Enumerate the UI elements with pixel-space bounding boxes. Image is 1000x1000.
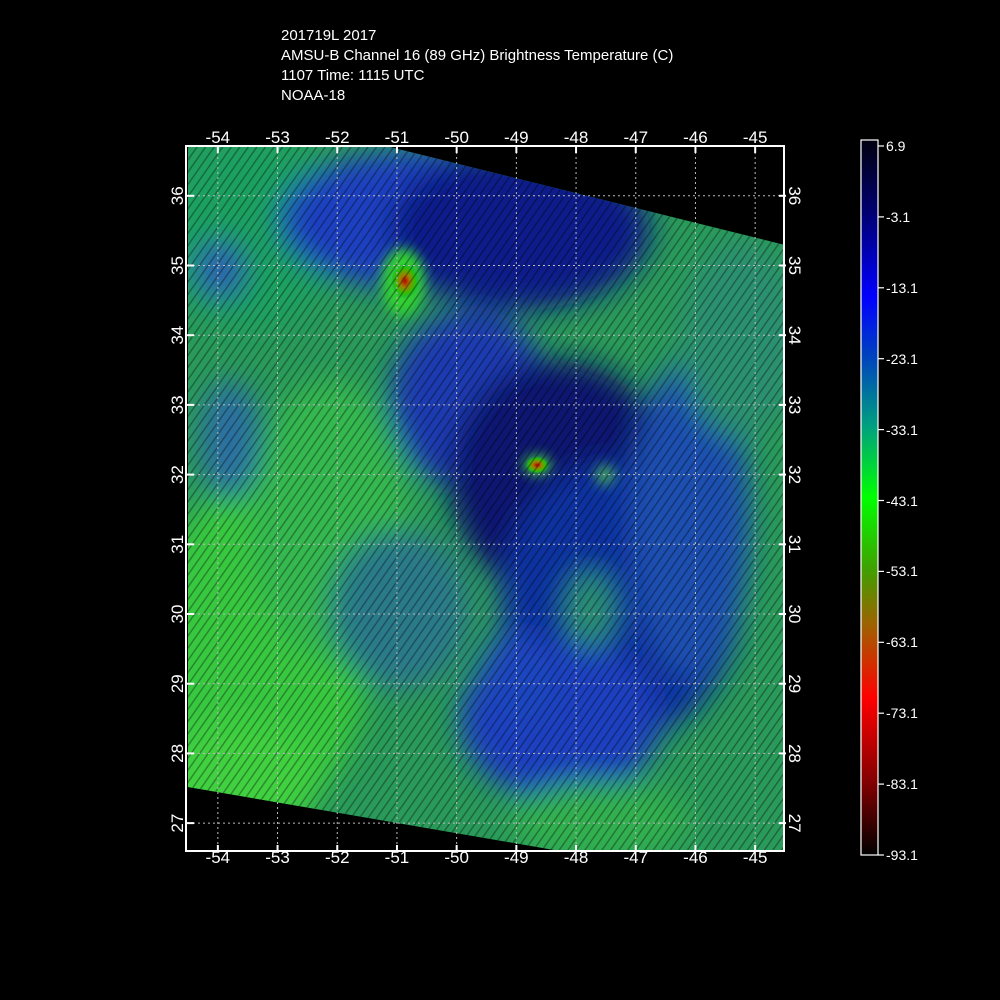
lon-label-top: -52	[325, 128, 350, 147]
colorbar-label: -43.1	[886, 492, 918, 509]
lat-label-left: 36	[168, 186, 187, 205]
lon-label-top: -54	[206, 128, 231, 147]
colorbar-label: -63.1	[886, 634, 918, 651]
lon-label-top: -48	[564, 128, 589, 147]
lon-label-bottom: -47	[623, 848, 648, 867]
lon-label-top: -46	[683, 128, 708, 147]
lon-label-top: -49	[504, 128, 529, 147]
lat-label-right: 36	[785, 186, 804, 205]
lat-label-right: 31	[785, 535, 804, 554]
lat-label-left: 29	[168, 674, 187, 693]
lat-label-left: 32	[168, 465, 187, 484]
lon-label-bottom: -53	[265, 848, 290, 867]
lon-label-top: -51	[385, 128, 410, 147]
lat-label-right: 34	[785, 326, 804, 345]
lat-label-right: 29	[785, 674, 804, 693]
colorbar-label: -13.1	[886, 279, 918, 296]
lat-label-right: 28	[785, 744, 804, 763]
colorbar-label: -83.1	[886, 776, 918, 793]
colorbar-ticks	[878, 145, 884, 856]
lon-label-bottom: -46	[683, 848, 708, 867]
colorbar-label: -23.1	[886, 350, 918, 367]
lat-label-right: 30	[785, 605, 804, 624]
lat-label-left: 31	[168, 535, 187, 554]
colorbar-label: -33.1	[886, 421, 918, 438]
lon-label-bottom: -54	[206, 848, 231, 867]
lon-label-top: -47	[623, 128, 648, 147]
lon-label-bottom: -51	[385, 848, 410, 867]
colorbar-label: -3.1	[886, 208, 911, 225]
colorbar-label: 6.9	[886, 138, 906, 154]
lat-label-right: 32	[785, 465, 804, 484]
lat-label-left: 27	[168, 814, 187, 833]
colorbar-ramp	[860, 139, 879, 856]
lat-label-right: 35	[785, 256, 804, 275]
satellite-map: -54 -54 -53 -53 -52 -52 -51 -51 -50 -50 -49 -49 -48 -…	[168, 128, 884, 867]
lon-label-top: -53	[265, 128, 290, 147]
colorbar-label: -93.1	[886, 847, 918, 863]
lat-label-left: 35	[168, 256, 187, 275]
lat-label-left: 30	[168, 605, 187, 624]
lon-label-bottom: -52	[325, 848, 350, 867]
lon-label-top: -45	[743, 128, 768, 147]
lat-label-right: 27	[785, 814, 804, 833]
lat-label-right: 33	[785, 395, 804, 414]
lon-label-bottom: -48	[564, 848, 589, 867]
lat-label-left: 28	[168, 744, 187, 763]
colorbar-label: -53.1	[886, 563, 918, 580]
lon-label-bottom: -45	[743, 848, 768, 867]
lat-label-left: 33	[168, 395, 187, 414]
colorbar-label: -73.1	[886, 705, 918, 722]
lon-label-bottom: -50	[444, 848, 469, 867]
lon-label-top: -50	[444, 128, 469, 147]
lon-label-bottom: -49	[504, 848, 529, 867]
lat-label-left: 34	[168, 326, 187, 345]
swath-imagery	[188, 147, 785, 851]
